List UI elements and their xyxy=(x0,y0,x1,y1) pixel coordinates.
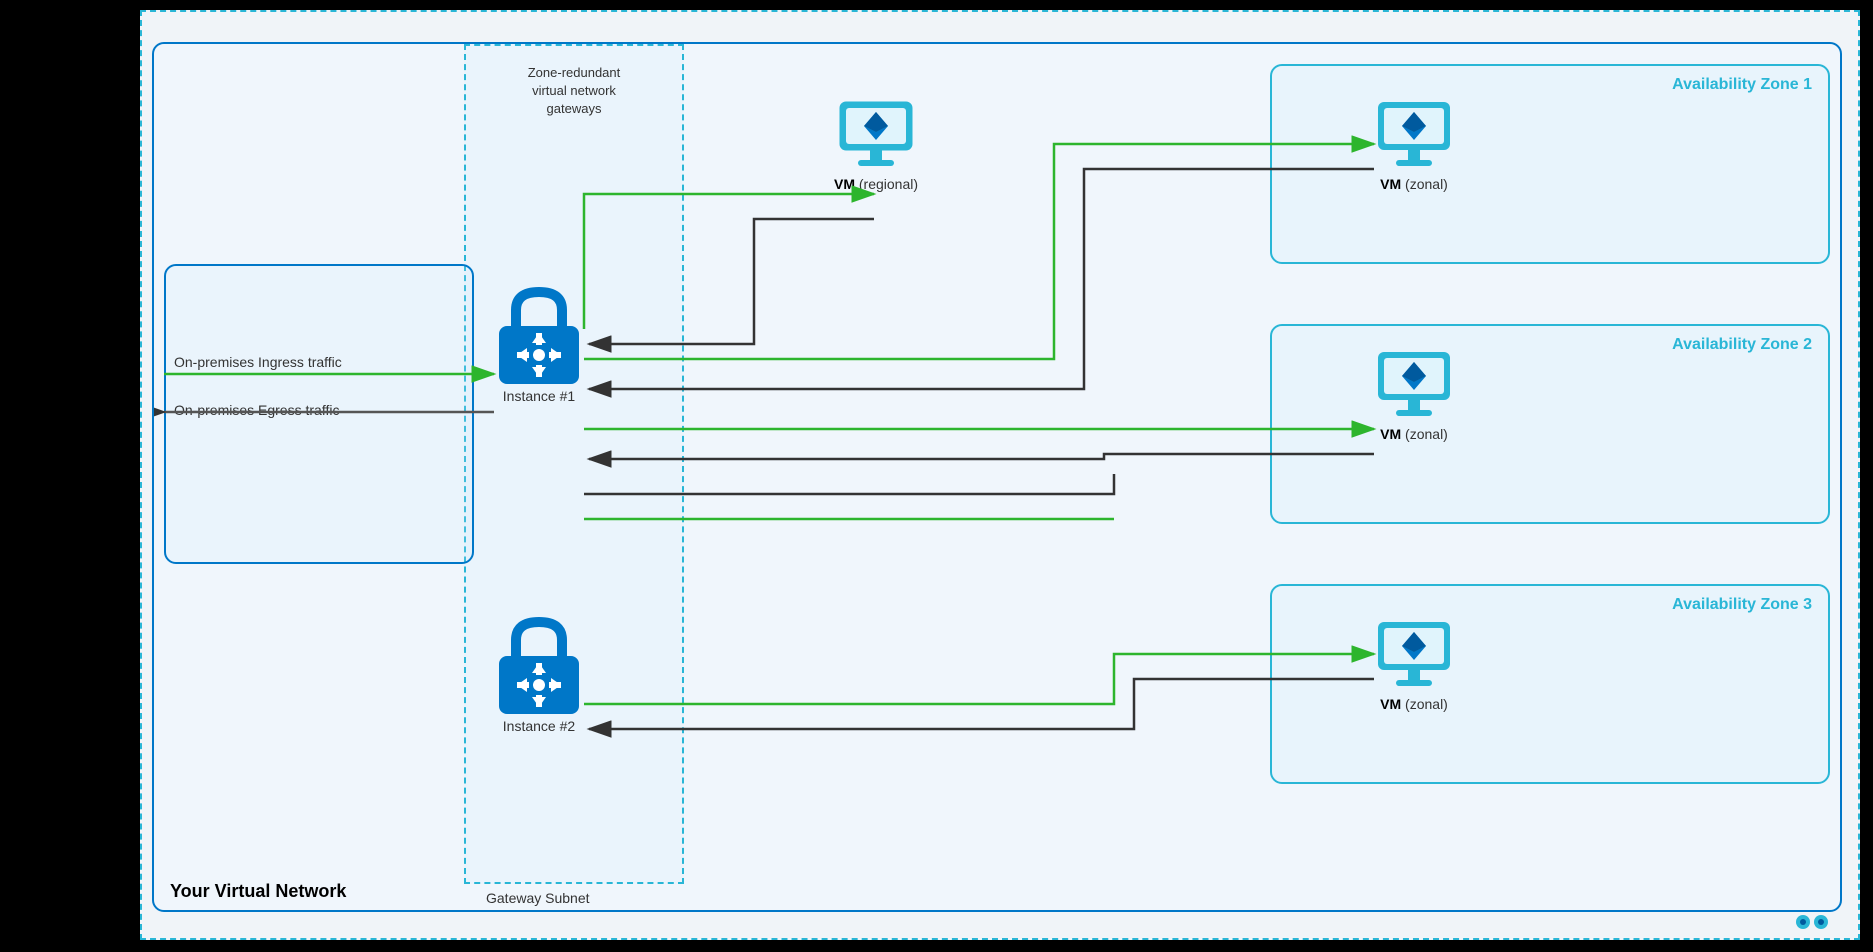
vm-regional-svg xyxy=(836,94,916,174)
gateway-subnet-label: Gateway Subnet xyxy=(486,890,590,906)
vm-az2-icon: VM (zonal) xyxy=(1374,344,1454,442)
vnet-label: Your Virtual Network xyxy=(170,881,346,902)
instance1-icon: Instance #1 xyxy=(494,284,584,404)
vm-az3-label: VM (zonal) xyxy=(1380,696,1448,712)
az1-title: Availability Zone 1 xyxy=(1672,76,1812,94)
instance1-label: Instance #1 xyxy=(503,388,575,404)
vm-az2-label: VM (zonal) xyxy=(1380,426,1448,442)
diagram-area: Gateway Subnet Zone-redundant virtual ne… xyxy=(140,10,1860,940)
instance2-label: Instance #2 xyxy=(503,718,575,734)
vm-az1-label: VM (zonal) xyxy=(1380,176,1448,192)
az3-box: Availability Zone 3 xyxy=(1270,584,1830,784)
vm-regional-icon: VM (regional) xyxy=(834,94,918,192)
vm-az2-svg xyxy=(1374,344,1454,424)
zone-redundant-label: Zone-redundant virtual network gateways xyxy=(484,64,664,119)
az1-box: Availability Zone 1 xyxy=(1270,64,1830,264)
vm-az1-svg xyxy=(1374,94,1454,174)
vm-regional-label: VM (regional) xyxy=(834,176,918,192)
vm-az1-icon: VM (zonal) xyxy=(1374,94,1454,192)
vm-az3-svg xyxy=(1374,614,1454,694)
vnet-box: Gateway Subnet Zone-redundant virtual ne… xyxy=(152,42,1842,912)
az3-title: Availability Zone 3 xyxy=(1672,596,1812,614)
instance1-lock-svg xyxy=(494,284,584,384)
instance2-icon: Instance #2 xyxy=(494,614,584,734)
vm-az3-icon: VM (zonal) xyxy=(1374,614,1454,712)
nav-dots-svg xyxy=(1793,912,1843,932)
az2-box: Availability Zone 2 xyxy=(1270,324,1830,524)
egress-traffic-label: On-premises Egress traffic xyxy=(174,402,339,418)
nav-dots[interactable] xyxy=(1793,912,1843,932)
az2-title: Availability Zone 2 xyxy=(1672,336,1812,354)
ingress-traffic-label: On-premises Ingress traffic xyxy=(174,354,342,370)
instance2-lock-svg xyxy=(494,614,584,714)
gateway-subnet: Gateway Subnet xyxy=(464,44,684,884)
